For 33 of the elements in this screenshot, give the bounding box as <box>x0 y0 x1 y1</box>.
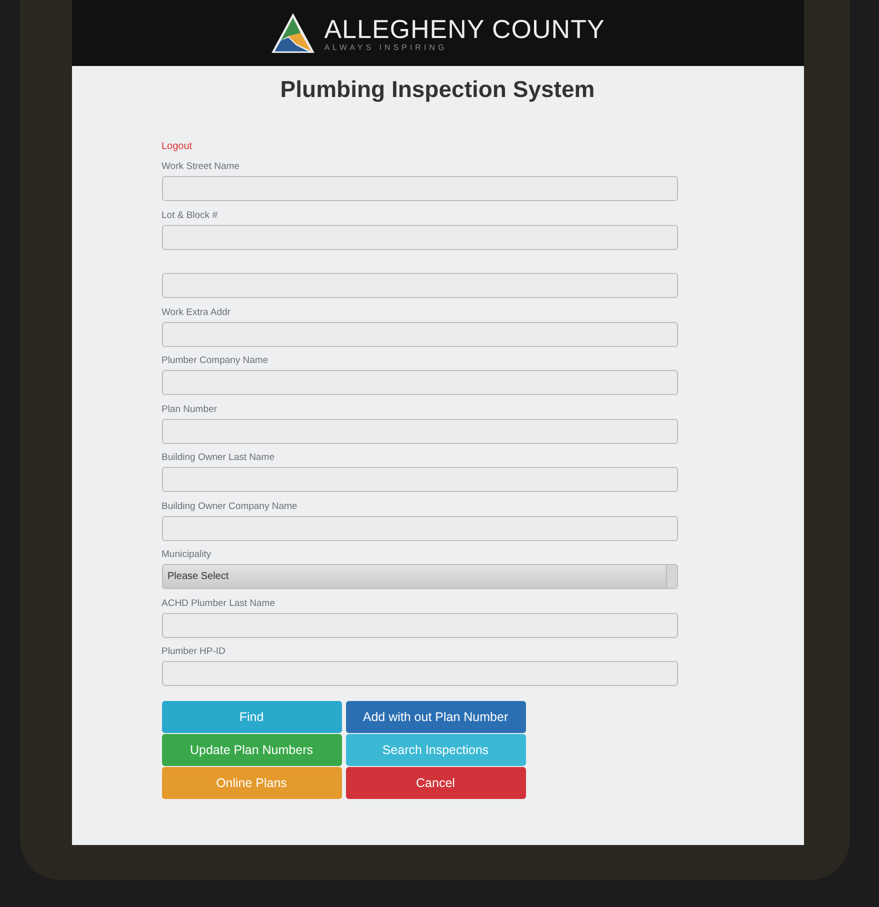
action-button[interactable]: Find <box>162 700 342 732</box>
input-field[interactable] <box>162 273 678 298</box>
input-field[interactable] <box>162 661 678 686</box>
action-button[interactable]: Add with out Plan Number <box>346 700 526 732</box>
field-label: Work Extra Addr <box>162 306 230 320</box>
action-button[interactable]: Cancel <box>346 766 526 798</box>
field-label: Plumber Company Name <box>162 355 268 368</box>
field-label: Plumber HP-ID <box>162 646 226 659</box>
input-field[interactable] <box>162 467 678 492</box>
field-label: Work Street Name <box>162 161 240 174</box>
input-field[interactable] <box>162 612 678 638</box>
field-label: Municipality <box>162 549 212 562</box>
field-label: ACHD Plumber Last Name <box>162 598 276 610</box>
field-label: Plan Number <box>162 404 217 416</box>
page-title: Plumbing Inspection System <box>279 75 596 104</box>
action-button[interactable]: Online Plans <box>162 766 342 798</box>
input-field[interactable] <box>162 516 678 540</box>
field-label: Building Owner Company Name <box>162 500 298 514</box>
input-field[interactable] <box>162 224 678 250</box>
action-button[interactable]: Update Plan Numbers <box>162 734 342 766</box>
input-field[interactable] <box>162 176 678 201</box>
action-button[interactable]: Search Inspections <box>346 734 526 766</box>
triangle-logo-icon <box>270 11 316 55</box>
field-label: Building Owner Last Name <box>162 452 274 465</box>
brand-tagline: ALWAYS INSPIRING <box>324 42 448 52</box>
dropdown[interactable]: Please Select <box>162 564 678 589</box>
field-label: Lot & Block # <box>162 210 218 222</box>
input-field[interactable] <box>162 370 678 395</box>
logout-link[interactable]: Logout <box>162 141 192 161</box>
dropdown-value: Please Select <box>168 571 229 582</box>
input-field[interactable] <box>162 418 678 444</box>
input-field[interactable] <box>162 322 678 346</box>
brand-name: ALLEGHENY COUNTY <box>324 14 605 42</box>
